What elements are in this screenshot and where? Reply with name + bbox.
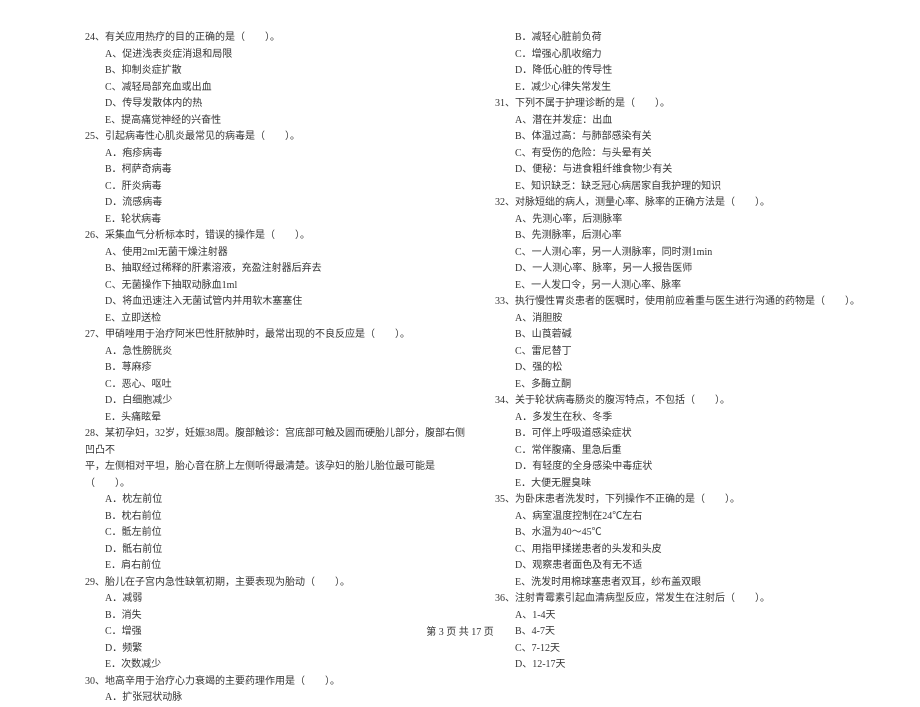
option-line: B．枕右前位 bbox=[85, 509, 465, 526]
option-line: C、有受伤的危险：与头晕有关 bbox=[495, 146, 875, 163]
option-line: A．枕左前位 bbox=[85, 492, 465, 509]
option-line: A、病室温度控制在24℃左右 bbox=[495, 509, 875, 526]
option-line: C、用指甲揉搓患者的头发和头皮 bbox=[495, 542, 875, 559]
option-line: A．疱疹病毒 bbox=[85, 146, 465, 163]
exam-page: 24、有关应用热疗的目的正确的是（ ）。A、促进浅表炎症消退和局限B、抑制炎症扩… bbox=[0, 0, 920, 707]
question-stem: 29、胎儿在子宫内急性缺氧初期，主要表现为胎动（ ）。 bbox=[85, 575, 465, 592]
option-line: D．骶右前位 bbox=[85, 542, 465, 559]
question-stem: 25、引起病毒性心肌炎最常见的病毒是（ ）。 bbox=[85, 129, 465, 146]
option-line: E、多酶立酮 bbox=[495, 377, 875, 394]
question-stem: 24、有关应用热疗的目的正确的是（ ）。 bbox=[85, 30, 465, 47]
option-line: B、抽取经过稀释的肝素溶液，充盈注射器后弃去 bbox=[85, 261, 465, 278]
question-stem: 27、甲硝唑用于治疗阿米巴性肝脓肿时，最常出现的不良反应是（ ）。 bbox=[85, 327, 465, 344]
option-line: E、一人发口令，另一人测心率、脉率 bbox=[495, 278, 875, 295]
option-line: D．白细胞减少 bbox=[85, 393, 465, 410]
question-stem: 31、下列不属于护理诊断的是（ ）。 bbox=[495, 96, 875, 113]
option-line: A．扩张冠状动脉 bbox=[85, 690, 465, 707]
option-line: D、12-17天 bbox=[495, 657, 875, 674]
question-stem: 35、为卧床患者洗发时，下列操作不正确的是（ ）。 bbox=[495, 492, 875, 509]
question-stem: 28、某初孕妇，32岁，妊娠38周。腹部触诊：宫底部可触及圆而硬胎儿部分，腹部右… bbox=[85, 426, 465, 459]
option-line: B、水温为40～45℃ bbox=[495, 525, 875, 542]
option-line: E、洗发时用棉球塞患者双耳，纱布盖双眼 bbox=[495, 575, 875, 592]
question-stem: 33、执行慢性胃炎患者的医嘱时，使用前应着重与医生进行沟通的药物是（ ）。 bbox=[495, 294, 875, 311]
option-line: C．恶心、呕吐 bbox=[85, 377, 465, 394]
option-line: B．消失 bbox=[85, 608, 465, 625]
option-line: B、山莨菪碱 bbox=[495, 327, 875, 344]
option-line: B．柯萨奇病毒 bbox=[85, 162, 465, 179]
option-line: D、观察患者面色及有无不适 bbox=[495, 558, 875, 575]
option-line: D．降低心脏的传导性 bbox=[495, 63, 875, 80]
option-line: C、无菌操作下抽取动脉血1ml bbox=[85, 278, 465, 295]
option-line: C．肝炎病毒 bbox=[85, 179, 465, 196]
option-line: C、雷尼替丁 bbox=[495, 344, 875, 361]
option-line: E．肩右前位 bbox=[85, 558, 465, 575]
option-line: D、强的松 bbox=[495, 360, 875, 377]
option-line: E．减少心律失常发生 bbox=[495, 80, 875, 97]
option-line: D、传导发散体内的热 bbox=[85, 96, 465, 113]
option-line: A、使用2ml无菌干燥注射器 bbox=[85, 245, 465, 262]
option-line: D、将血迅速注入无菌试管内并用软木塞塞住 bbox=[85, 294, 465, 311]
option-line: A、促进浅表炎症消退和局限 bbox=[85, 47, 465, 64]
option-line: E．大便无腥臭味 bbox=[495, 476, 875, 493]
option-line: A．减弱 bbox=[85, 591, 465, 608]
option-line: C、一人测心率，另一人测脉率，同时测1min bbox=[495, 245, 875, 262]
right-column: B．减轻心脏前负荷C．增强心肌收缩力D．降低心脏的传导性E．减少心律失常发生31… bbox=[495, 30, 875, 707]
option-line: E、立即送检 bbox=[85, 311, 465, 328]
option-line: C、7-12天 bbox=[495, 641, 875, 658]
option-line: A．多发生在秋、冬季 bbox=[495, 410, 875, 427]
option-line: D．频繁 bbox=[85, 641, 465, 658]
option-line: A、消胆胺 bbox=[495, 311, 875, 328]
option-line: B．荨麻疹 bbox=[85, 360, 465, 377]
option-line: E．头痛眩晕 bbox=[85, 410, 465, 427]
option-line: C．增强心肌收缩力 bbox=[495, 47, 875, 64]
question-stem: 34、关于轮状病毒肠炎的腹泻特点，不包括（ ）。 bbox=[495, 393, 875, 410]
option-line: A、先测心率，后测脉率 bbox=[495, 212, 875, 229]
option-line: A．急性膀胱炎 bbox=[85, 344, 465, 361]
left-column: 24、有关应用热疗的目的正确的是（ ）。A、促进浅表炎症消退和局限B、抑制炎症扩… bbox=[85, 30, 465, 707]
option-line: D、一人测心率、脉率，另一人报告医师 bbox=[495, 261, 875, 278]
option-line: A、1-4天 bbox=[495, 608, 875, 625]
option-line: A、潜在并发症：出血 bbox=[495, 113, 875, 130]
option-line: B、抑制炎症扩散 bbox=[85, 63, 465, 80]
option-line: C．常伴腹痛、里急后重 bbox=[495, 443, 875, 460]
option-line: B、先测脉率，后测心率 bbox=[495, 228, 875, 245]
option-line: E、提高痛觉神经的兴奋性 bbox=[85, 113, 465, 130]
option-line: D．有轻度的全身感染中毒症状 bbox=[495, 459, 875, 476]
question-stem: 32、对脉短绌的病人，测量心率、脉率的正确方法是（ ）。 bbox=[495, 195, 875, 212]
question-stem: 26、采集血气分析标本时，错误的操作是（ ）。 bbox=[85, 228, 465, 245]
option-line: B．可伴上呼吸道感染症状 bbox=[495, 426, 875, 443]
option-line: D、便秘：与进食粗纤维食物少有关 bbox=[495, 162, 875, 179]
question-stem: 30、地高辛用于治疗心力衰竭的主要药理作用是（ ）。 bbox=[85, 674, 465, 691]
option-line: C、减轻局部充血或出血 bbox=[85, 80, 465, 97]
option-line: E．次数减少 bbox=[85, 657, 465, 674]
page-footer: 第 3 页 共 17 页 bbox=[0, 623, 920, 638]
option-line: B．减轻心脏前负荷 bbox=[495, 30, 875, 47]
option-line: E．轮状病毒 bbox=[85, 212, 465, 229]
question-stem: 36、注射青霉素引起血清病型反应，常发生在注射后（ ）。 bbox=[495, 591, 875, 608]
question-stem: 平，左侧相对平坦，胎心音在脐上左侧听得最清楚。该孕妇的胎儿胎位最可能是（ ）。 bbox=[85, 459, 465, 492]
option-line: D．流感病毒 bbox=[85, 195, 465, 212]
option-line: C．骶左前位 bbox=[85, 525, 465, 542]
option-line: B、体温过高：与肺部感染有关 bbox=[495, 129, 875, 146]
option-line: E、知识缺乏：缺乏冠心病居家自我护理的知识 bbox=[495, 179, 875, 196]
